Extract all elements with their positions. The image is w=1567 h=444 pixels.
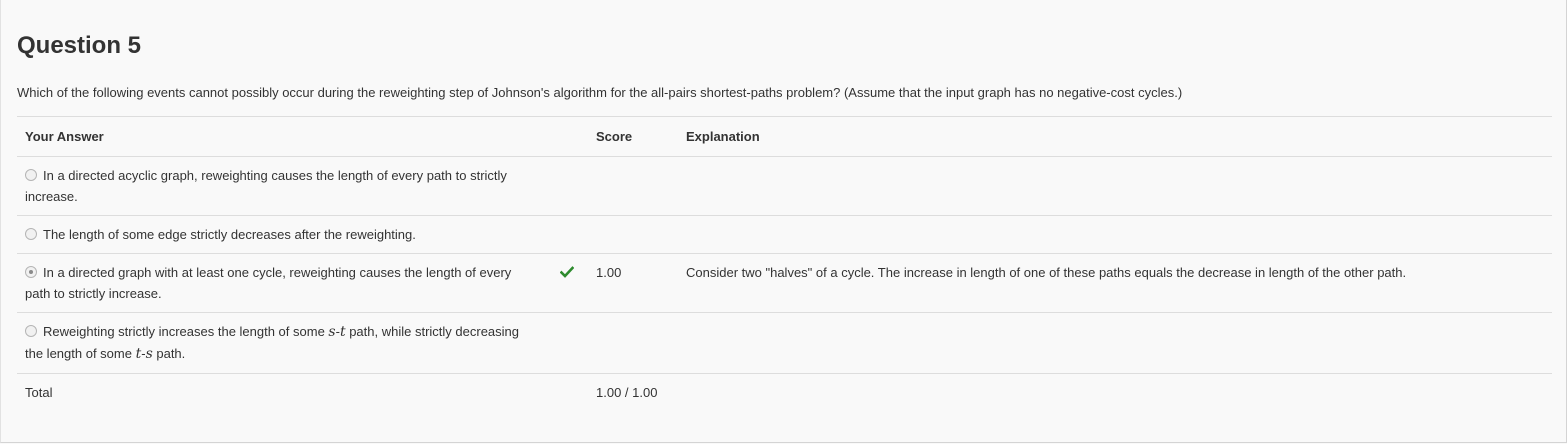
math-var-s: s xyxy=(328,324,336,340)
answer-1-check-cell xyxy=(550,156,588,216)
answer-row-2: The length of some edge strictly decreas… xyxy=(17,215,1552,254)
answer-row-3: In a directed graph with at least one cy… xyxy=(17,253,1552,313)
answer-row-4: Reweighting strictly increases the lengt… xyxy=(17,312,1552,374)
answer-option-1: In a directed acyclic graph, reweighting… xyxy=(17,156,550,216)
total-row: Total 1.00 / 1.00 xyxy=(17,373,1552,411)
total-score: 1.00 / 1.00 xyxy=(588,373,678,411)
answer-2-explanation xyxy=(678,215,1552,254)
total-label: Total xyxy=(17,373,550,411)
radio-button-icon xyxy=(25,169,37,181)
answer-option-1-text: In a directed acyclic graph, reweighting… xyxy=(25,168,507,204)
answer-3-explanation: Consider two "halves" of a cycle. The in… xyxy=(678,253,1552,313)
answer-option-2-text: The length of some edge strictly decreas… xyxy=(43,227,416,242)
question-title: Question 5 xyxy=(17,32,142,59)
results-table: Your Answer Score Explanation In a direc… xyxy=(17,116,1552,411)
total-check-spacer xyxy=(550,373,588,411)
answer-4-explanation xyxy=(678,312,1552,374)
answer-option-4: Reweighting strictly increases the lengt… xyxy=(17,312,550,374)
answer-option-3-text: In a directed graph with at least one cy… xyxy=(25,265,512,301)
total-explanation-spacer xyxy=(678,373,1552,411)
header-explanation: Explanation xyxy=(678,116,1552,157)
answer-4-check-cell xyxy=(550,312,588,374)
answer-option-2: The length of some edge strictly decreas… xyxy=(17,215,550,254)
header-check-spacer xyxy=(550,116,588,157)
math-var-s: s xyxy=(145,346,153,362)
answer-option-3: In a directed graph with at least one cy… xyxy=(17,253,550,313)
answer-4-score xyxy=(588,312,678,374)
table-header-row: Your Answer Score Explanation xyxy=(17,116,1552,157)
answer-1-explanation xyxy=(678,156,1552,216)
answer-4-text-part: path. xyxy=(152,346,186,361)
header-score: Score xyxy=(588,116,678,157)
radio-button-icon xyxy=(25,228,37,240)
checkmark-icon xyxy=(560,266,574,278)
answer-4-text-part: Reweighting strictly increases the lengt… xyxy=(43,324,329,339)
question-panel: Question 5 Which of the following events… xyxy=(0,0,1567,443)
answer-3-check-cell xyxy=(550,253,588,313)
answer-option-4-text: Reweighting strictly increases the lengt… xyxy=(25,324,519,362)
radio-button-icon xyxy=(25,325,37,337)
question-text: Which of the following events cannot pos… xyxy=(17,85,1183,100)
answer-1-score xyxy=(588,156,678,216)
answer-2-score xyxy=(588,215,678,254)
header-your-answer: Your Answer xyxy=(17,116,550,157)
answer-3-score: 1.00 xyxy=(588,253,678,313)
radio-button-selected-icon xyxy=(25,266,37,278)
answer-row-1: In a directed acyclic graph, reweighting… xyxy=(17,156,1552,216)
answer-2-check-cell xyxy=(550,215,588,254)
